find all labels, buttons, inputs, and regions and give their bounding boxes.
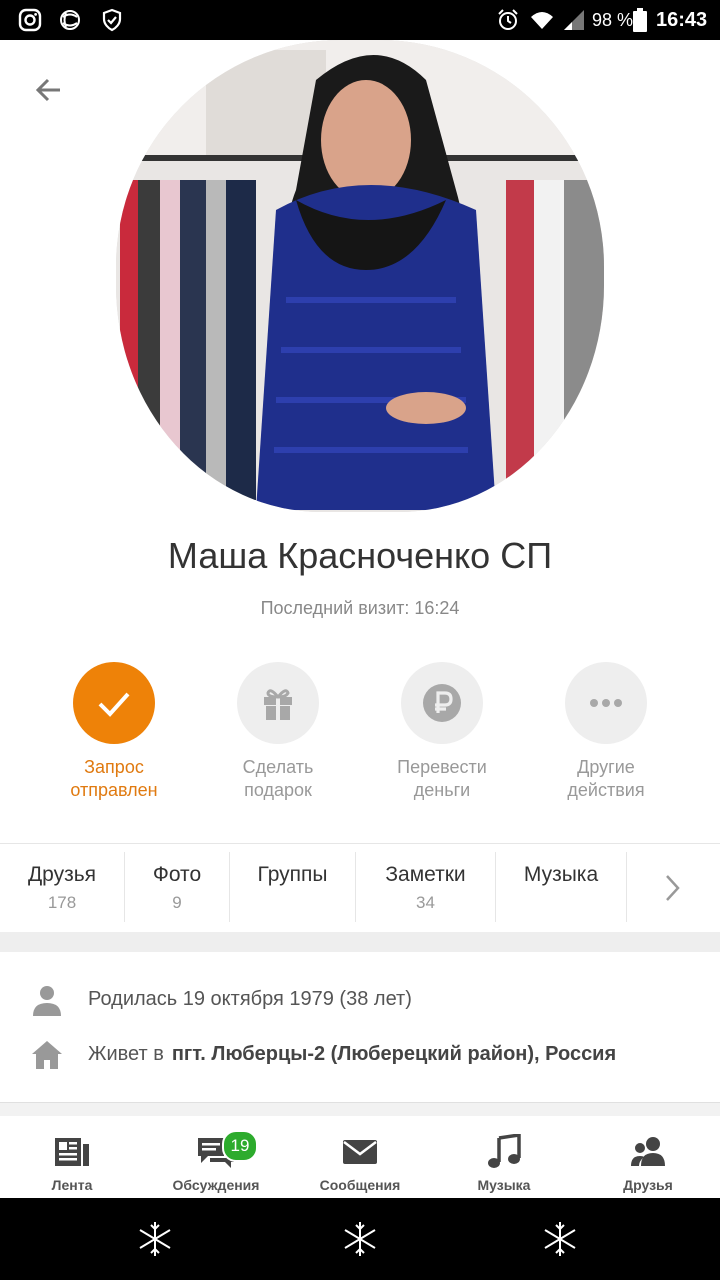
tab-friends[interactable]: Друзья 178 [0,852,124,922]
nav-label: Лента [51,1177,93,1193]
tab-music[interactable]: Музыка [496,852,626,922]
system-nav-bar [0,1198,720,1280]
battery-icon [633,8,647,32]
friend-request-button[interactable]: Запрос отправлен [32,662,196,802]
action-label-line1: Сделать [242,757,314,777]
tab-photos[interactable]: Фото 9 [125,852,229,922]
snowflake-recents-icon[interactable] [541,1220,579,1258]
tab-title: Заметки [385,863,466,886]
nav-messages[interactable]: Сообщения [288,1116,432,1198]
tab-separator [626,852,627,922]
action-label-line1: Запрос [84,757,144,777]
bottom-navigation: Лента 19 Обсуждения Сообщения Музыка Дру… [0,1116,720,1198]
instagram-icon [18,8,42,32]
lives-place-link[interactable]: пгт. Люберцы-2 (Люберецкий район), Росси… [172,1043,616,1065]
gift-icon [264,689,292,720]
last-visit: Последний визит: 16:24 [260,598,460,618]
nav-label: Сообщения [319,1177,401,1193]
profile-photo[interactable] [116,40,604,512]
ruble-icon [423,684,461,722]
gift-circle[interactable] [237,662,319,744]
tab-title: Группы [257,863,328,886]
send-money-label: Перевести деньги [360,756,524,802]
make-gift-button[interactable]: Сделать подарок [196,662,360,802]
tab-groups[interactable]: Группы [230,852,355,922]
friends-icon [631,1137,665,1166]
nav-music[interactable]: Музыка [432,1116,576,1198]
other-actions-button[interactable]: Другие действия [524,662,688,802]
section-separator [0,1102,720,1116]
nav-label: Музыка [477,1177,531,1193]
location-info-row: Живет в пгт. Люберцы-2 (Люберецкий район)… [0,1035,720,1075]
request-sent-label: Запрос отправлен [32,756,196,802]
tab-notes[interactable]: Заметки 34 [356,852,495,922]
request-sent-circle[interactable] [73,662,155,744]
tab-title: Друзья [27,863,97,886]
signal-icon [564,10,584,30]
wifi-icon [531,12,553,29]
section-separator [0,932,720,952]
status-bar: 98 % 16:43 [0,0,720,40]
tab-count: 9 [172,893,182,912]
action-label-line2: деньги [413,780,471,800]
make-gift-label: Сделать подарок [196,756,360,802]
clock: 16:43 [656,9,708,31]
action-label-line2: действия [567,780,645,800]
battery-percent: 98 % [592,10,634,30]
action-label-line2: подарок [244,780,312,800]
lives-prefix: Живет в [88,1043,164,1065]
snowflake-home-icon[interactable] [341,1220,379,1258]
snowflake-back-icon[interactable] [136,1220,174,1258]
divider [0,843,720,844]
other-actions-label: Другие действия [524,756,688,802]
nav-label: Обсуждения [172,1177,260,1193]
more-dots-icon [590,699,622,707]
nav-friends[interactable]: Друзья [576,1116,720,1198]
checkmark-icon [98,692,130,717]
money-circle[interactable] [401,662,483,744]
feed-icon [55,1138,89,1166]
chevron-right-icon[interactable] [658,872,686,904]
profile-tabs: Друзья 178 Фото 9 Группы Заметки 34 Музы… [0,852,720,922]
action-label-line2: отправлен [70,780,158,800]
envelope-icon [343,1140,377,1164]
alarm-icon [498,9,518,30]
discussions-badge: 19 [222,1130,258,1162]
home-icon [32,1041,62,1069]
profile-name: Маша Красноченко СП [167,535,553,576]
person-icon [33,986,61,1016]
tab-title: Музыка [523,863,599,886]
nav-label: Друзья [623,1177,673,1193]
action-label-line1: Другие [577,757,635,777]
nav-discussions[interactable]: 19 Обсуждения [144,1116,288,1198]
tab-count: 34 [416,893,435,912]
back-arrow-icon[interactable] [30,72,66,108]
birth-info-row: Родилась 19 октября 1979 (38 лет) [0,980,720,1020]
more-circle[interactable] [565,662,647,744]
tab-count: 178 [47,893,77,912]
nav-feed[interactable]: Лента [0,1116,144,1198]
location-text: Живет в пгт. Люберцы-2 (Люберецкий район)… [88,1043,616,1066]
shield-check-icon [102,8,122,32]
birth-text: Родилась 19 октября 1979 (38 лет) [88,988,412,1010]
app-swirl-icon [60,10,80,30]
action-label-line1: Перевести [397,757,487,777]
music-note-icon [488,1132,521,1168]
tab-title: Фото [152,863,202,886]
send-money-button[interactable]: Перевести деньги [360,662,524,802]
